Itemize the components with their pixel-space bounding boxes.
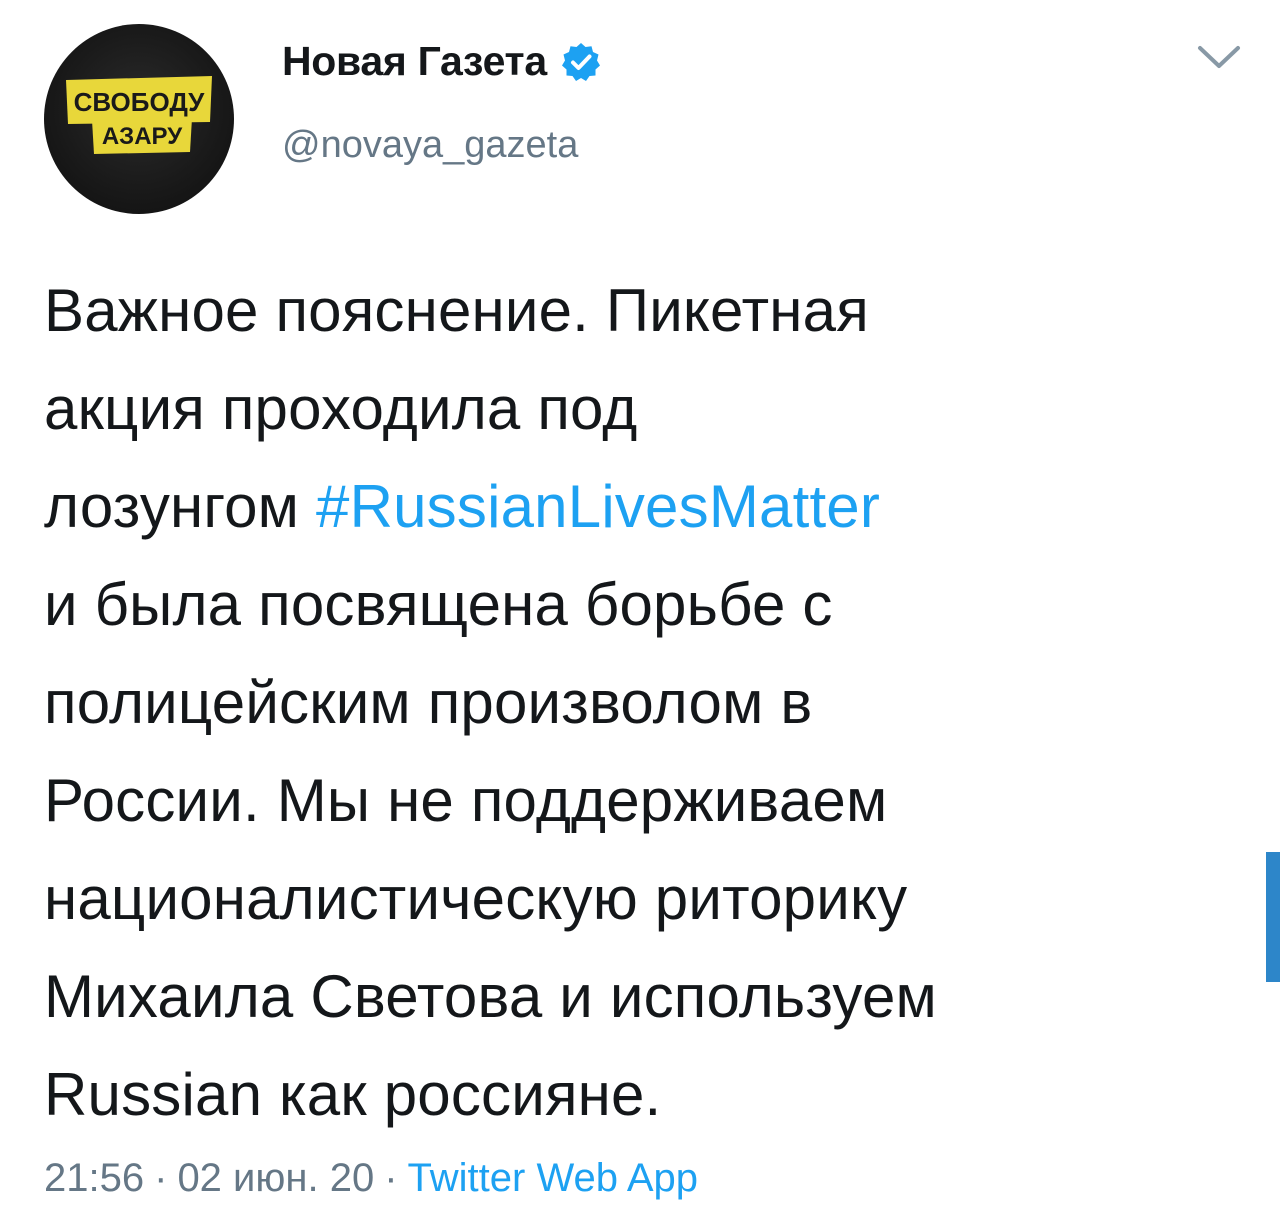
tweet-line: акция проходила под — [44, 375, 638, 442]
avatar[interactable]: СВОБОДУ АЗАРУ — [44, 24, 234, 214]
tweet-line: Важное пояснение. Пикетная — [44, 277, 869, 344]
tweet-date[interactable]: 02 июн. 20 — [177, 1156, 374, 1200]
scroll-indicator[interactable] — [1266, 852, 1280, 982]
display-name-text[interactable]: Новая Газета — [282, 38, 547, 85]
tweet-meta: 21:56 · 02 июн. 20 · Twitter Web App — [44, 1156, 698, 1201]
tweet-line: Russian как россияне. — [44, 1061, 662, 1128]
tweet-line: и была посвящена борьбе с — [44, 571, 833, 638]
tweet-line: полицейским произволом в — [44, 669, 813, 736]
tweet-line: России. Мы не поддерживаем — [44, 767, 888, 834]
user-handle[interactable]: @novaya_gazeta — [282, 124, 578, 167]
tweet-line: националистическую риторику — [44, 865, 908, 932]
avatar-sign: СВОБОДУ АЗАРУ — [64, 76, 214, 164]
tweet-line: лозунгом #RussianLivesMatter — [44, 458, 1244, 556]
tweet-text: Важное пояснение. Пикетная акция проходи… — [44, 262, 1244, 1144]
display-name[interactable]: Новая Газета — [282, 38, 601, 85]
meta-separator: · — [154, 1156, 168, 1200]
avatar-sign-line2: АЗАРУ — [102, 123, 183, 150]
tweet-source-link[interactable]: Twitter Web App — [408, 1156, 699, 1200]
meta-separator: · — [384, 1156, 398, 1200]
hashtag-link[interactable]: #RussianLivesMatter — [316, 473, 880, 540]
tweet-line: Михаила Светова и используем — [44, 963, 937, 1030]
tweet-line-prefix: лозунгом — [44, 473, 317, 540]
chevron-down-icon[interactable] — [1196, 42, 1242, 72]
tweet-time[interactable]: 21:56 — [44, 1156, 144, 1200]
verified-badge-icon — [561, 42, 601, 82]
avatar-sign-line1: СВОБОДУ — [74, 87, 206, 117]
